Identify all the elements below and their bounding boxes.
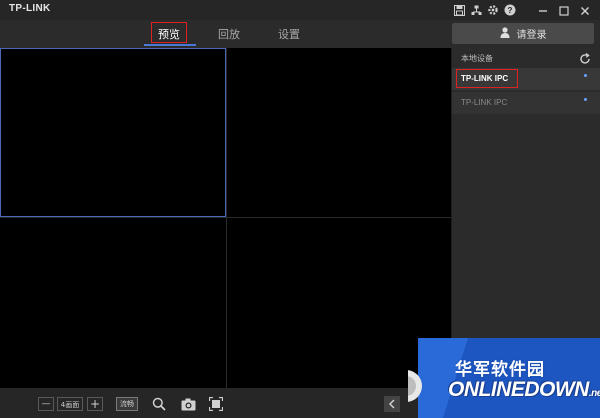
settings-icon[interactable] (486, 3, 500, 17)
video-cell-3[interactable] (0, 218, 226, 388)
video-cell-2[interactable] (227, 48, 451, 217)
stream-quality-button[interactable]: 流畅 (116, 397, 138, 411)
minimize-button[interactable] (535, 2, 551, 18)
video-cell-1[interactable] (0, 48, 226, 217)
device-status-dot (584, 74, 587, 77)
tab-settings[interactable]: 设置 (269, 25, 309, 45)
help-icon[interactable]: ? (503, 3, 517, 17)
layout-label: 4画面 (57, 397, 83, 411)
login-label: 请登录 (516, 30, 547, 41)
zoom-icon[interactable] (151, 397, 167, 411)
user-icon (500, 26, 510, 41)
network-icon[interactable] (469, 3, 483, 17)
close-button[interactable] (577, 2, 593, 18)
app-logo: TP-LINK (9, 3, 51, 14)
device-panel-header: 本地设备 (452, 48, 600, 68)
increase-layout-button[interactable]: + (87, 397, 103, 411)
device-highlight-box (456, 69, 518, 88)
watermark-suffix: .net (588, 388, 600, 399)
decrease-layout-button[interactable]: — (38, 397, 54, 411)
refresh-icon[interactable] (578, 51, 592, 65)
minimize-icon (538, 1, 548, 20)
close-icon (580, 1, 590, 20)
restore-button[interactable] (556, 2, 572, 18)
tab-playback[interactable]: 回放 (209, 25, 249, 45)
device-name: TP-LINK IPC (461, 98, 508, 107)
chevron-left-icon[interactable] (384, 396, 400, 412)
active-tab-indicator (144, 44, 196, 46)
watermark-en-text: ONLINEDOWN (448, 378, 589, 401)
watermark-cn: 华军软件园 (455, 360, 545, 380)
login-button[interactable]: 请登录 (452, 23, 594, 44)
title-bar: TP-LINK ? (0, 0, 600, 20)
svg-text:?: ? (508, 6, 513, 15)
device-status-dot (584, 98, 587, 101)
tab-highlight-box (151, 22, 187, 43)
watermark-en: ONLINEDOWN.net (448, 378, 600, 402)
fullscreen-icon[interactable] (208, 397, 224, 411)
snapshot-icon[interactable] (180, 397, 196, 411)
save-icon[interactable] (452, 3, 466, 17)
device-panel-title: 本地设备 (461, 54, 493, 63)
video-grid (0, 48, 451, 388)
restore-icon (559, 1, 569, 20)
device-item[interactable]: TP-LINK IPC (452, 92, 600, 114)
